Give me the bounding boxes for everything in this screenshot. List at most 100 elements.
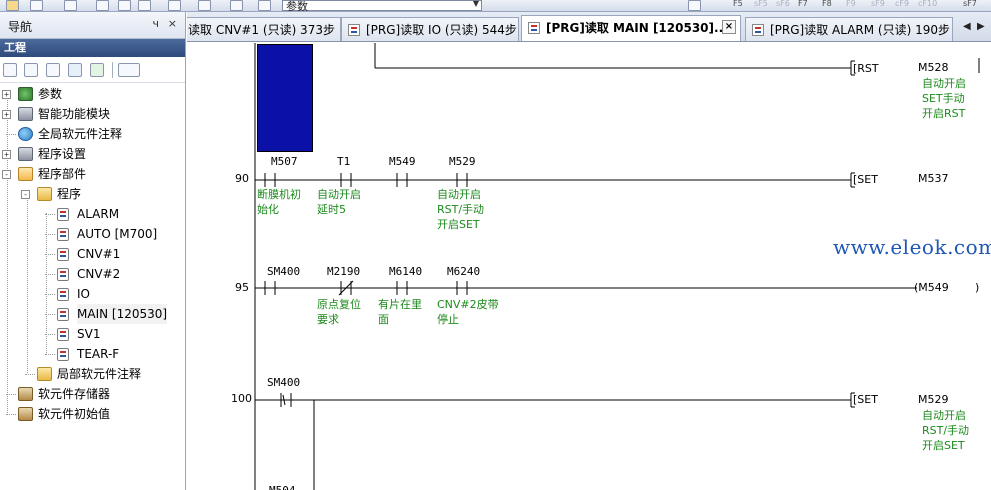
editor-tab[interactable]: [PRG]读取 IO (只读) 544步 — [341, 17, 519, 41]
program-settings-icon — [18, 147, 33, 161]
tab-label: [PRG]读取 ALARM (只读) 190步 — [770, 23, 951, 37]
gx-works-window: 参数 ▼ F5 sF5 sF6 F7 F8 F9 sF9 cF9 cF10 sF7 导航 ч × … — [0, 0, 991, 490]
ladder-icon — [57, 228, 69, 241]
contact-device: SM400 — [267, 265, 301, 278]
project-icon[interactable] — [6, 0, 19, 11]
tree-item-label: 全局软元件注释 — [38, 127, 123, 141]
module-icon — [18, 107, 33, 121]
ladder-editor[interactable]: [RST M528 自动开启 SET手动 开启RST 90 M507 断膜机初 始化 T1 自动开启… — [187, 43, 991, 490]
function-key[interactable]: cF9 — [895, 0, 909, 8]
rst-instruction: [RST — [853, 62, 879, 75]
monitor-icon[interactable] — [118, 0, 131, 11]
tree-item[interactable]: SV1 — [0, 324, 185, 344]
expander-icon[interactable]: - — [21, 190, 30, 199]
function-key[interactable]: F8 — [822, 0, 832, 8]
refresh-icon[interactable] — [90, 63, 104, 77]
editor-tab[interactable]: [PRG]读取 ALARM (只读) 190步 — [745, 17, 953, 41]
expander-icon[interactable]: + — [2, 150, 11, 159]
ladder-icon — [57, 308, 69, 321]
contact-device: SM400 — [267, 376, 301, 389]
grid-icon[interactable] — [258, 0, 271, 11]
function-key[interactable]: sF7 — [963, 0, 977, 8]
list-icon[interactable] — [96, 0, 109, 11]
copy-icon[interactable] — [24, 63, 38, 77]
tree-item[interactable]: IO — [0, 284, 185, 304]
tree-item-label: IO — [77, 287, 90, 301]
tree-item[interactable]: 软元件初始值 — [0, 404, 185, 424]
function-key[interactable]: F9 — [846, 0, 856, 8]
device-comment: RST/手动 — [437, 203, 485, 216]
contact-device: T1 — [337, 155, 351, 168]
nc-contact — [338, 280, 354, 296]
gear-icon[interactable] — [230, 0, 243, 11]
device-combo-value: 参数 — [286, 0, 308, 12]
function-key[interactable]: sF5 — [754, 0, 768, 8]
nav-title: 导航 — [8, 20, 33, 34]
tree-item[interactable]: - 程序 — [0, 184, 185, 204]
function-key[interactable]: F7 — [798, 0, 808, 8]
set-instruction: [SET — [853, 393, 878, 406]
paste-icon[interactable] — [46, 63, 60, 77]
folder-icon — [37, 367, 52, 381]
expander-icon[interactable]: + — [2, 90, 11, 99]
ladder-tab-icon — [348, 24, 360, 36]
search-icon[interactable] — [198, 0, 211, 11]
tree-item-label: TEAR-F — [77, 347, 120, 361]
tree-item[interactable]: ALARM — [0, 204, 185, 224]
editor-tab[interactable]: 读取 CNV#1 (只读) 373步 — [187, 17, 341, 41]
tree-item-label: 软元件存储器 — [38, 387, 111, 401]
expander-icon[interactable]: - — [2, 170, 11, 179]
tree-item[interactable]: CNV#2 — [0, 264, 185, 284]
scroll-right-icon[interactable]: ▶ — [977, 21, 985, 32]
folder-icon — [37, 187, 52, 201]
tree-item[interactable]: 局部软元件注释 — [0, 364, 185, 384]
tree-item-label: 程序 — [57, 187, 82, 201]
table-icon[interactable] — [138, 0, 151, 11]
function-key[interactable]: cF10 — [918, 0, 937, 8]
tree-item-label: MAIN [120530] — [77, 304, 168, 324]
device-memory-icon — [18, 387, 33, 401]
tree-item[interactable]: + 智能功能模块 — [0, 104, 185, 124]
editor-tab-strip: 读取 CNV#1 (只读) 373步 [PRG]读取 IO (只读) 544步 [P… — [187, 12, 991, 42]
function-key[interactable]: sF9 — [871, 0, 885, 8]
tree-item[interactable]: + 参数 — [0, 84, 185, 104]
function-key[interactable]: sF6 — [776, 0, 790, 8]
editor-tab[interactable]: [PRG]读取 MAIN [120530]... × — [521, 15, 741, 41]
view-icon[interactable] — [30, 0, 43, 11]
ladder-tab-icon — [528, 22, 540, 34]
close-icon[interactable]: × — [722, 20, 736, 34]
scroll-left-icon[interactable]: ◀ — [963, 21, 971, 32]
tree-guide-line — [45, 254, 55, 255]
expander-icon[interactable]: + — [2, 110, 11, 119]
tree-item-label: SV1 — [77, 327, 101, 341]
output-operand: M529 — [918, 393, 949, 406]
ladder-tab-icon — [752, 24, 764, 36]
close-icon[interactable]: × — [168, 17, 177, 30]
tree-item[interactable]: - 程序部件 — [0, 164, 185, 184]
layout-dropdown-icon[interactable] — [118, 63, 140, 77]
chevron-down-icon: ▼ — [472, 0, 479, 8]
info-icon[interactable] — [68, 63, 82, 77]
tree-item[interactable]: 全局软元件注释 — [0, 124, 185, 144]
new-data-icon[interactable] — [3, 63, 17, 77]
tab-label: [PRG]读取 MAIN [120530]... — [546, 21, 728, 35]
tree-item[interactable]: CNV#1 — [0, 244, 185, 264]
pin-icon[interactable]: ч — [153, 17, 160, 30]
nav-header: 导航 ч × — [0, 12, 185, 39]
program-parts-icon — [18, 167, 33, 181]
function-key[interactable]: F5 — [733, 0, 743, 8]
step-number: 100 — [231, 392, 252, 405]
tree-item[interactable]: 软元件存储器 — [0, 384, 185, 404]
tree-item[interactable]: AUTO [M700] — [0, 224, 185, 244]
output-coil: (M549 — [914, 281, 949, 294]
tree-item[interactable]: MAIN [120530] — [0, 304, 185, 324]
document-icon[interactable] — [688, 0, 701, 11]
tree-guide-line — [45, 294, 55, 295]
device-combo[interactable]: 参数 ▼ — [282, 0, 482, 11]
tree-item[interactable]: TEAR-F — [0, 344, 185, 364]
tree-item-label: 智能功能模块 — [38, 107, 111, 121]
tree-item[interactable]: + 程序设置 — [0, 144, 185, 164]
window-icon[interactable] — [64, 0, 77, 11]
ladder-icon — [57, 268, 69, 281]
eye-icon[interactable] — [168, 0, 181, 11]
